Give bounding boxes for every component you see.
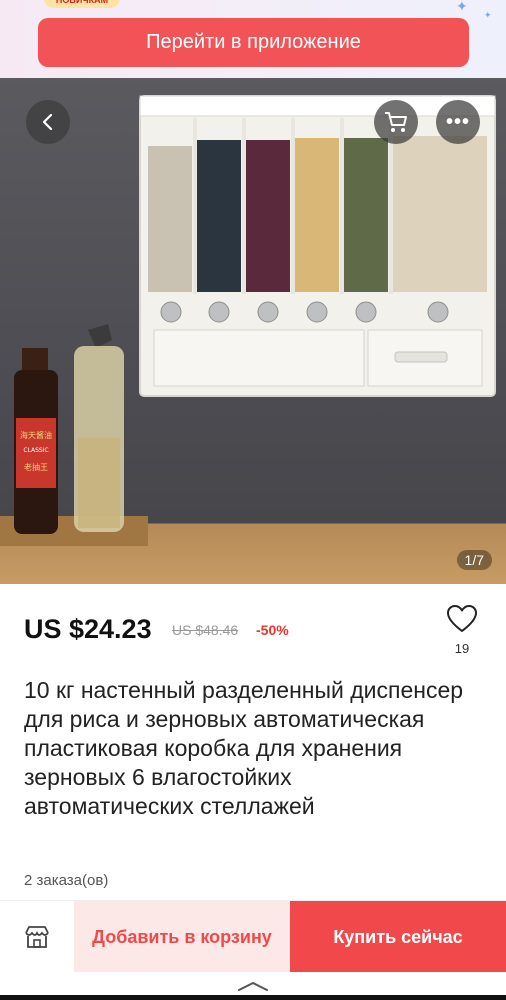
price-row: US $24.23 US $48.46 -50%	[24, 614, 484, 654]
more-button[interactable]: •••	[436, 100, 480, 144]
orders-count: 2 заказа(ов)	[24, 872, 109, 889]
product-image-gallery[interactable]: 海天酱油 CLASSIC 老抽王 ••• 1/7	[0, 78, 506, 584]
sparkle-icon: ✦	[484, 10, 492, 20]
chevron-up-icon	[238, 981, 268, 991]
price-current: US $24.23	[24, 614, 152, 644]
wishlist-count: 19	[454, 641, 470, 656]
product-photo: 海天酱油 CLASSIC 老抽王	[0, 95, 496, 546]
store-button[interactable]	[0, 901, 74, 973]
cart-button[interactable]	[374, 100, 418, 144]
buy-now-button[interactable]: Купить сейчас	[290, 901, 506, 973]
promo-tag: НОВИЧКАМ	[44, 0, 120, 8]
back-button[interactable]	[26, 100, 70, 144]
cart-icon	[385, 112, 407, 132]
system-nav-bar	[0, 995, 506, 1000]
chevron-left-icon	[42, 113, 53, 131]
bottle-label-text: 老抽王	[24, 462, 48, 472]
image-counter: 1/7	[456, 550, 492, 570]
sparkle-icon: ✦	[456, 0, 468, 14]
discount-badge: -50%	[256, 622, 289, 638]
app-banner: НОВИЧКАМ ✦ ✦ Перейти в приложение	[0, 0, 506, 78]
heart-icon	[447, 605, 477, 632]
open-app-button[interactable]: Перейти в приложение	[38, 18, 469, 67]
store-icon	[25, 926, 49, 948]
add-to-cart-button[interactable]: Добавить в корзину	[74, 901, 290, 973]
wishlist-button[interactable]: 19	[444, 604, 480, 656]
bottle-label-text: CLASSIC	[23, 447, 48, 454]
product-title: 10 кг настенный разделенный диспенсер дл…	[24, 677, 464, 819]
bottle-label-text: 海天酱油	[20, 430, 52, 440]
price-old: US $48.46	[172, 622, 239, 638]
more-icon: •••	[445, 110, 470, 133]
bottom-action-bar: Добавить в корзину Купить сейчас	[0, 900, 506, 973]
